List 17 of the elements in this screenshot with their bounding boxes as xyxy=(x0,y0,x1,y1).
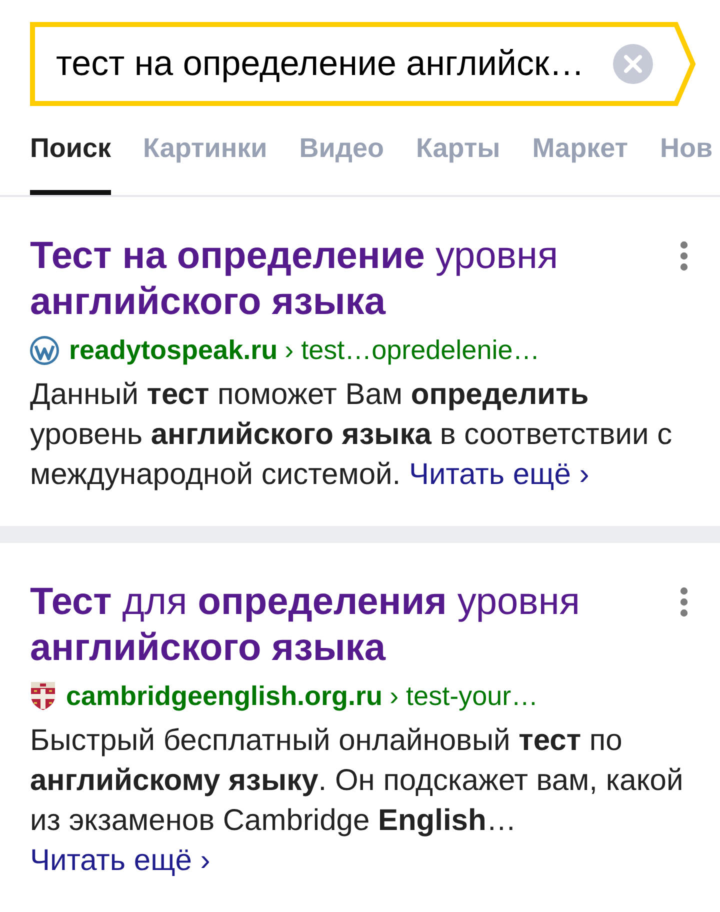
site-link[interactable]: cambridgeenglish.org.ru xyxy=(66,680,383,712)
w-logo-icon xyxy=(30,336,59,364)
site-link[interactable]: readytospeak.ru xyxy=(69,334,278,366)
search-tab[interactable]: Поиск xyxy=(30,121,112,195)
search-query-text: тест на определение английск… xyxy=(56,44,586,84)
result-title-link[interactable]: Тест на определение уровня английского языка xyxy=(30,233,660,325)
read-more-link[interactable]: Читать ещё › xyxy=(408,458,590,491)
search-field[interactable]: тест на определение английск… xyxy=(30,22,697,106)
result-snippet: Данный тест поможет Вам определить уровень английского языка в соответствии с международной системой. Читать ещё › xyxy=(30,377,674,493)
url-path: › test-your… xyxy=(390,680,538,712)
more-options-icon[interactable] xyxy=(680,241,688,271)
read-more-link[interactable]: Читать ещё › xyxy=(30,844,210,877)
shield-icon xyxy=(30,681,56,711)
result-title-link[interactable]: Тест для определения уровня английского языка xyxy=(30,579,660,671)
more-options-icon[interactable] xyxy=(680,587,688,617)
result-snippet: Быстрый бесплатный онлайновый тест по английскому языку. Он подскажет вам, какой из экзаменов Cambridge English… Читать ещё › xyxy=(30,723,684,879)
url-path: › test…opredelenie… xyxy=(284,334,540,366)
